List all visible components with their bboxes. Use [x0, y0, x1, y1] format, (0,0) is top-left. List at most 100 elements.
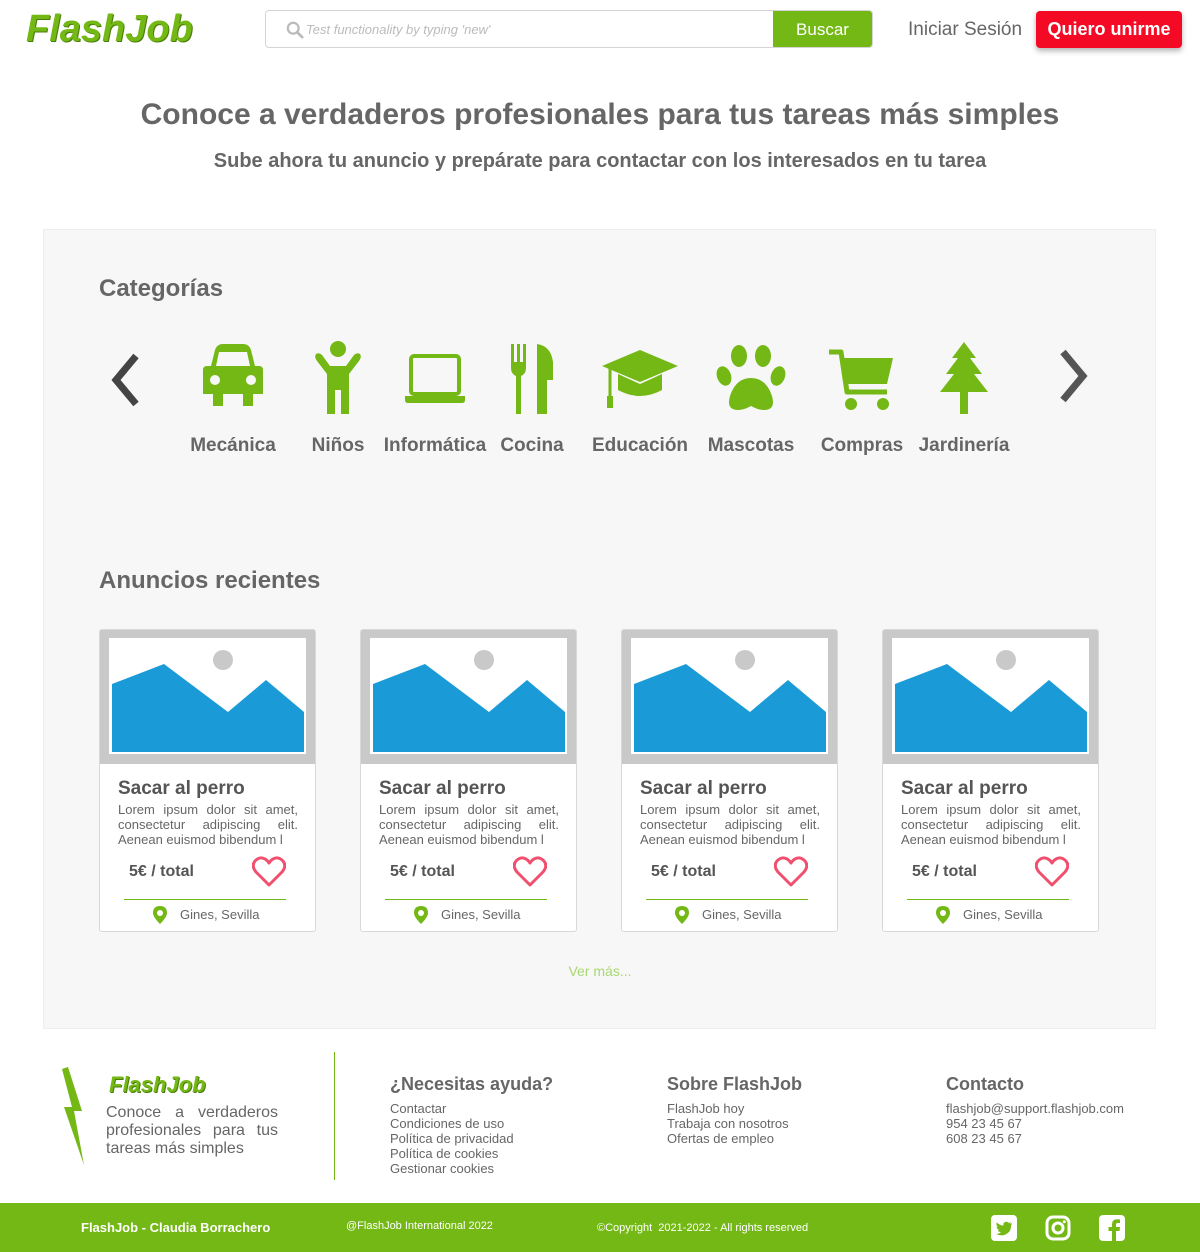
category-label: Compras [820, 435, 904, 456]
heart-icon[interactable] [1035, 856, 1069, 888]
ad-location: Gines, Sevilla [963, 907, 1043, 922]
carousel-prev-icon[interactable] [106, 350, 146, 410]
category-ninos[interactable]: Niños [283, 340, 393, 456]
footer-link-ofertas[interactable]: Ofertas de empleo [667, 1131, 802, 1146]
search-button[interactable]: Buscar [773, 11, 872, 47]
location-pin-icon [936, 906, 950, 924]
ad-title: Sacar al perro [640, 778, 767, 799]
category-label: Mecánica [190, 435, 276, 456]
ad-location: Gines, Sevilla [180, 907, 260, 922]
footer-help-title: ¿Necesitas ayuda? [390, 1074, 554, 1094]
footer-contact-phone: 954 23 45 67 [946, 1116, 1022, 1131]
bottom-bar: FlashJob - Claudia Borrachero @FlashJob … [0, 1203, 1200, 1252]
search-icon [286, 21, 304, 39]
image-placeholder-icon [634, 650, 826, 752]
join-button[interactable]: Quiero unirme [1036, 11, 1182, 48]
instagram-icon[interactable] [1045, 1215, 1071, 1241]
footer-link-cookies[interactable]: Política de cookies [390, 1146, 553, 1161]
location-pin-icon [414, 906, 428, 924]
image-placeholder-icon [895, 650, 1087, 752]
footer-help-column: ¿Necesitas ayuda? Contactar Condiciones … [390, 1074, 553, 1176]
footer-link-hoy[interactable]: FlashJob hoy [667, 1101, 802, 1116]
categories-title: Categorías [99, 275, 224, 302]
divider [907, 899, 1069, 900]
heart-icon[interactable] [252, 856, 286, 888]
footer-divider [334, 1052, 335, 1180]
bottom-author: FlashJob - Claudia Borrachero [81, 1220, 271, 1235]
footer-link-contactar[interactable]: Contactar [390, 1101, 553, 1116]
divider [646, 899, 808, 900]
twitter-icon[interactable] [991, 1215, 1017, 1241]
ad-card[interactable]: Sacar al perro Lorem ipsum dolor sit ame… [99, 629, 316, 932]
divider [385, 899, 547, 900]
footer-contact-column: Contacto flashjob@support.flashjob.com 9… [946, 1074, 1124, 1146]
bottom-company: @FlashJob International 2022 [346, 1220, 493, 1232]
footer-logo[interactable]: FlashJob [109, 1072, 206, 1098]
heart-icon[interactable] [513, 856, 547, 888]
carousel-next-icon[interactable] [1053, 346, 1093, 406]
footer-link-gestionar-cookies[interactable]: Gestionar cookies [390, 1161, 553, 1176]
footer-tagline: Conoce a verdaderos profesionales para t… [106, 1104, 278, 1157]
ad-price: 5€ / total [129, 863, 194, 880]
category-mecanica[interactable]: Mecánica [178, 340, 288, 456]
laptop-icon [405, 354, 465, 403]
paw-icon [716, 345, 786, 410]
tree-icon [940, 342, 988, 414]
search-input[interactable] [306, 11, 766, 47]
child-icon [315, 341, 361, 414]
location-pin-icon [153, 906, 167, 924]
category-compras[interactable]: Compras [807, 340, 917, 456]
see-more-link[interactable]: Ver más... [0, 963, 1200, 979]
footer-link-trabaja[interactable]: Trabaja con nosotros [667, 1116, 802, 1131]
image-placeholder-icon [373, 650, 565, 752]
ad-title: Sacar al perro [118, 778, 245, 799]
ad-price: 5€ / total [912, 863, 977, 880]
footer-contact-title: Contacto [946, 1074, 1024, 1094]
hero-title: Conoce a verdaderos profesionales para t… [140, 98, 1060, 131]
lightning-bolt-icon [62, 1067, 84, 1165]
graduation-cap-icon [602, 350, 678, 408]
category-label: Jardinería [918, 435, 1010, 456]
category-label: Niños [311, 435, 365, 456]
footer-link-privacidad[interactable]: Política de privacidad [390, 1131, 553, 1146]
category-label: Educación [591, 435, 689, 456]
footer-contact-email[interactable]: flashjob@support.flashjob.com [946, 1101, 1124, 1116]
ad-card[interactable]: Sacar al perro Lorem ipsum dolor sit ame… [360, 629, 577, 932]
car-icon [203, 344, 263, 406]
ad-card[interactable]: Sacar al perro Lorem ipsum dolor sit ame… [882, 629, 1099, 932]
footer-contact-phone: 608 23 45 67 [946, 1131, 1022, 1146]
category-mascotas[interactable]: Mascotas [696, 340, 806, 456]
category-label: Informática [383, 435, 487, 456]
ad-location: Gines, Sevilla [441, 907, 521, 922]
login-link[interactable]: Iniciar Sesión [908, 19, 1022, 41]
location-pin-icon [675, 906, 689, 924]
ad-title: Sacar al perro [901, 778, 1028, 799]
ad-price: 5€ / total [651, 863, 716, 880]
heart-icon[interactable] [774, 856, 808, 888]
ad-image [883, 630, 1098, 764]
category-educacion[interactable]: Educación [585, 340, 695, 456]
ad-description: Lorem ipsum dolor sit amet, consectetur … [379, 802, 559, 847]
hero-subtitle: Sube ahora tu anuncio y prepárate para c… [213, 150, 987, 172]
category-label: Mascotas [707, 435, 795, 456]
footer-link-condiciones[interactable]: Condiciones de uso [390, 1116, 553, 1131]
ad-description: Lorem ipsum dolor sit amet, consectetur … [118, 802, 298, 847]
ad-description: Lorem ipsum dolor sit amet, consectetur … [901, 802, 1081, 847]
recent-ads-title: Anuncios recientes [99, 567, 321, 594]
ad-image [361, 630, 576, 764]
bottom-copyright: ©Copyright 2021-2022 - All rights reserv… [597, 1222, 809, 1234]
ad-price: 5€ / total [390, 863, 455, 880]
category-jardineria[interactable]: Jardinería [909, 340, 1019, 456]
footer-about-title: Sobre FlashJob [667, 1074, 803, 1094]
category-cocina[interactable]: Cocina [477, 340, 587, 456]
search-bar: Buscar [265, 10, 873, 48]
cutlery-icon [511, 344, 553, 414]
ad-image [100, 630, 315, 764]
ad-title: Sacar al perro [379, 778, 506, 799]
divider [124, 899, 286, 900]
footer-about-column: Sobre FlashJob FlashJob hoy Trabaja con … [667, 1074, 802, 1146]
facebook-icon[interactable] [1099, 1215, 1125, 1241]
ad-card[interactable]: Sacar al perro Lorem ipsum dolor sit ame… [621, 629, 838, 932]
logo[interactable]: FlashJob [26, 8, 193, 51]
category-informatica[interactable]: Informática [380, 340, 490, 456]
